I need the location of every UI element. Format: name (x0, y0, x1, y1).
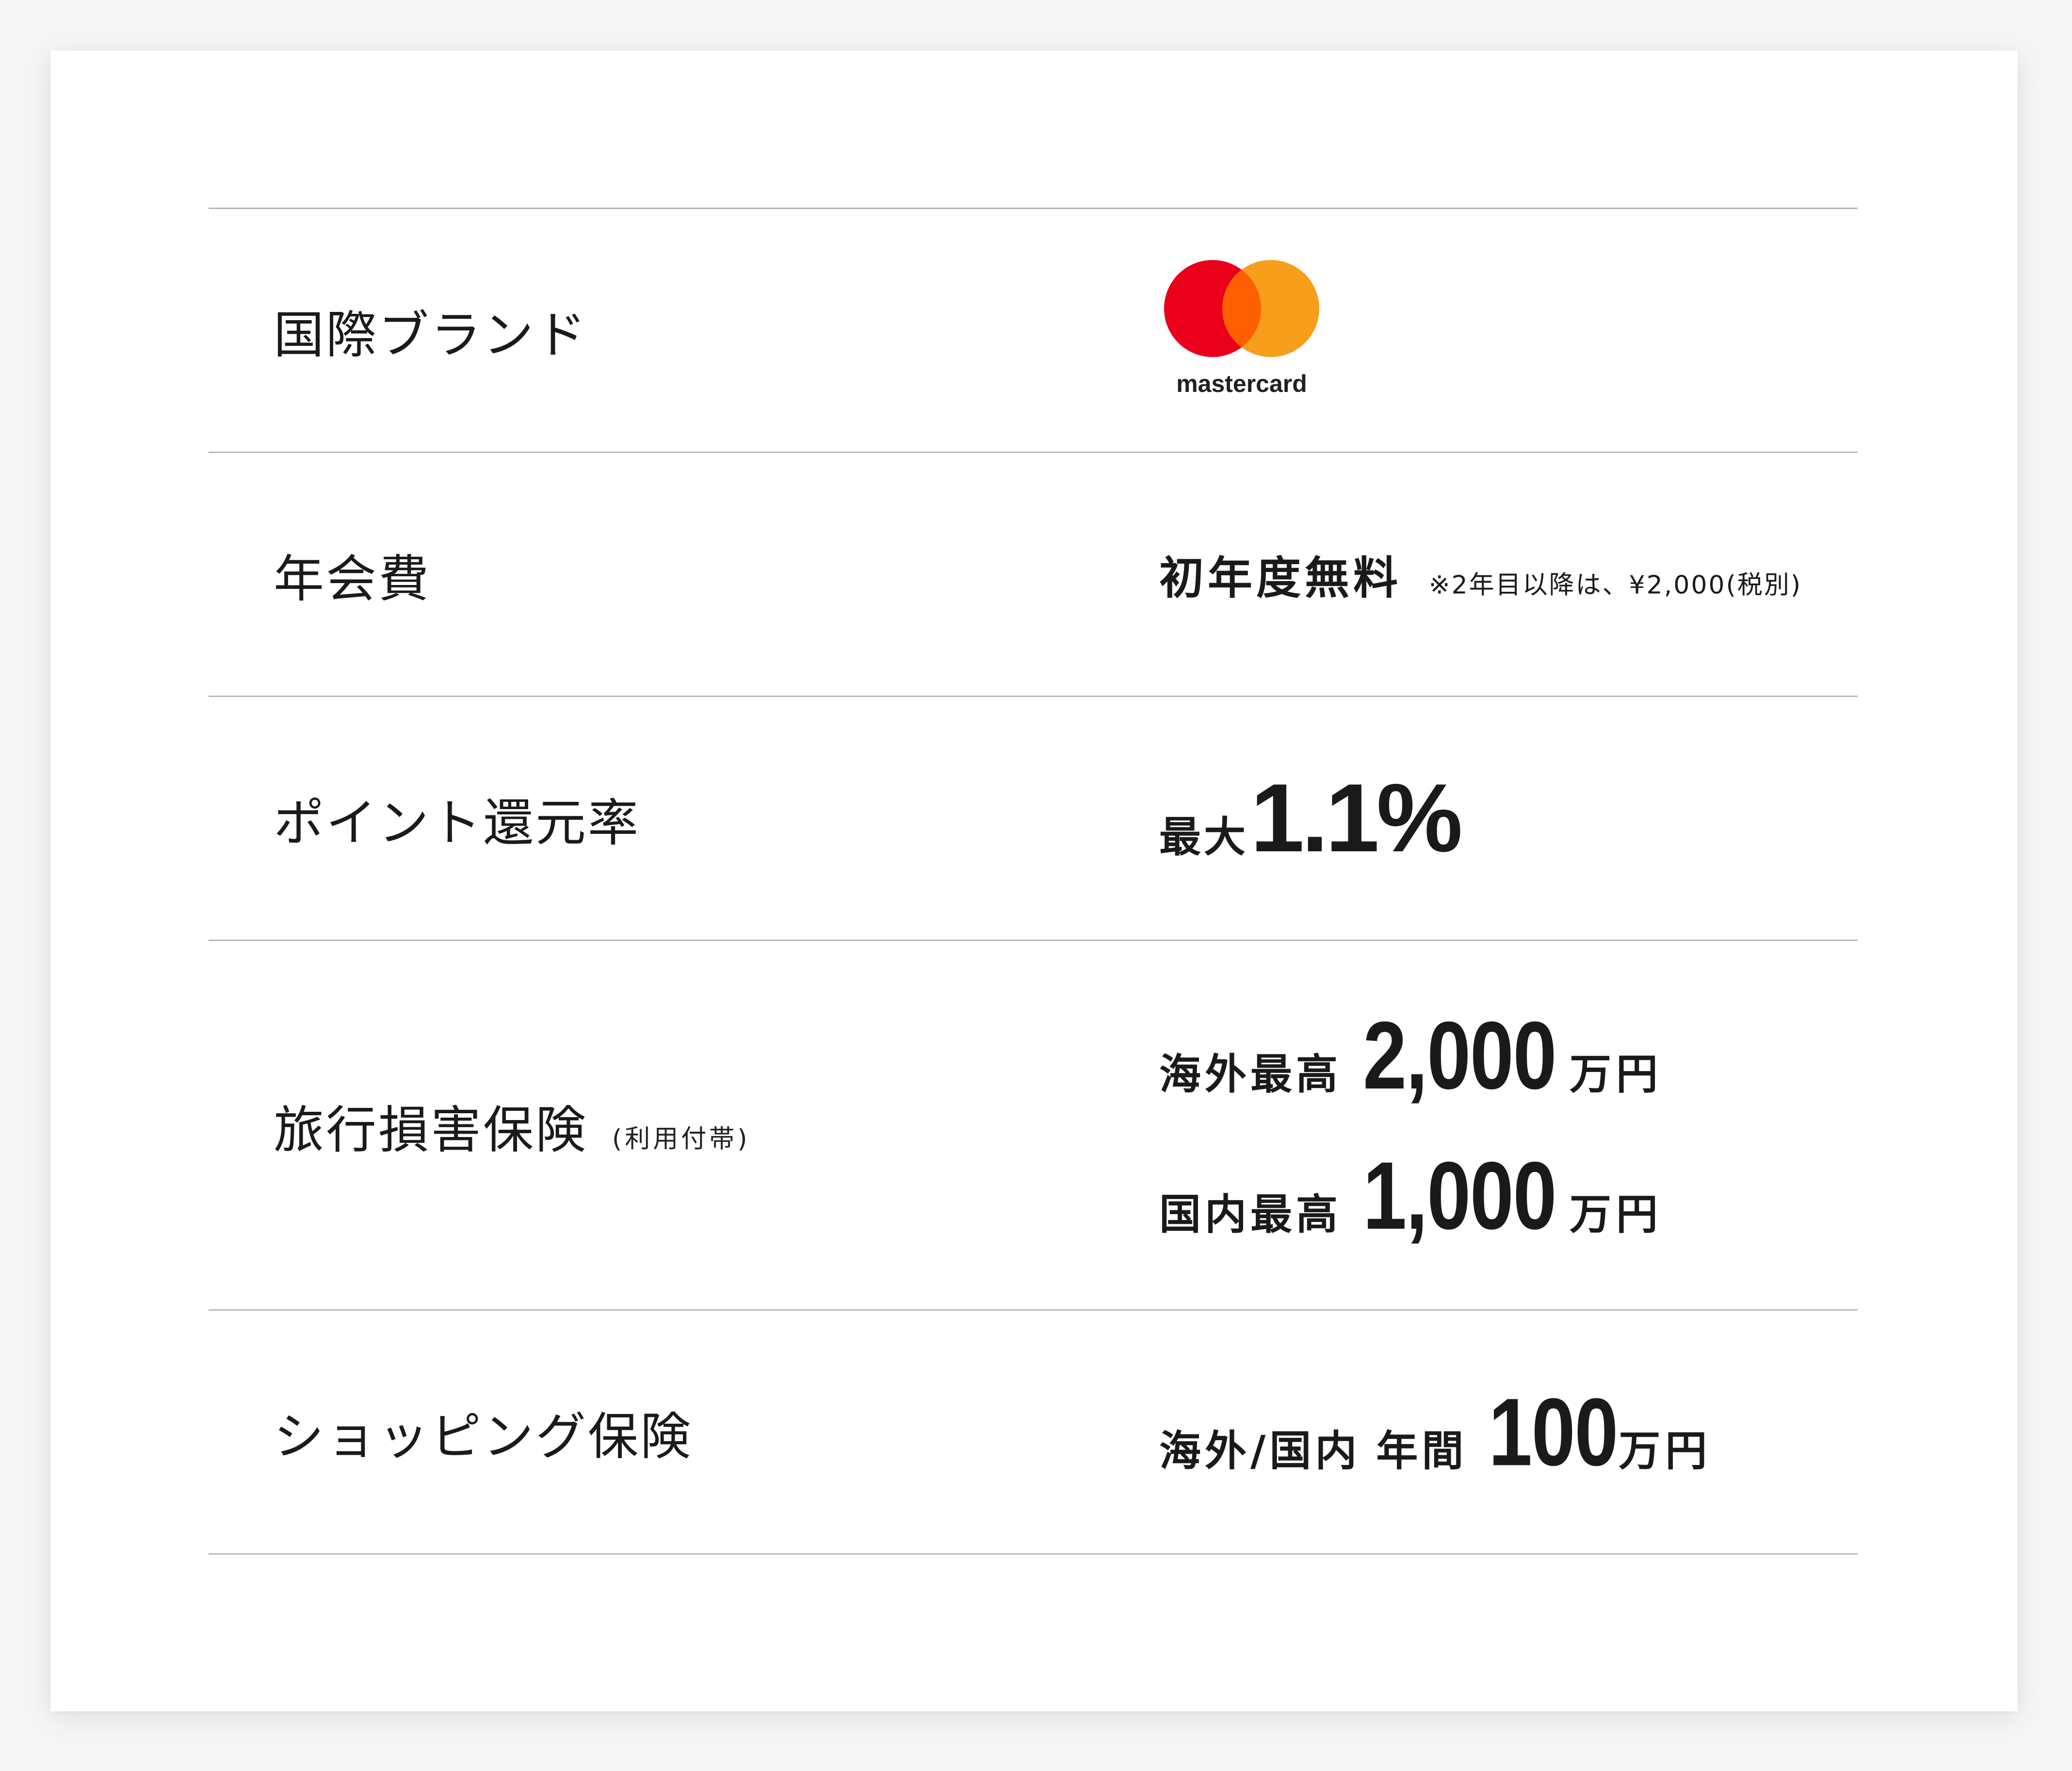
domestic-unit: 万円 (1570, 1190, 1663, 1239)
shopping-prefix-spacer (1360, 1427, 1376, 1476)
row-international-brand: 国際ブランド mastercard (209, 209, 1858, 453)
overseas-amount: 2,000 (1363, 1001, 1557, 1109)
travel-insurance-note: (利用付帯) (612, 1124, 750, 1154)
row-label: 年会費 (274, 538, 431, 611)
row-travel-insurance: 旅行損害保険 (利用付帯) 海外最高 2,000 万円 国内最高 1,000 万… (209, 941, 1858, 1311)
brand-value: mastercard (1159, 260, 1324, 401)
row-annual-fee: 年会費 初年度無料 ※2年目以降は、¥2,000(税別) (209, 453, 1858, 697)
domestic-line: 国内最高 1,000 万円 (1159, 1140, 1663, 1251)
point-rate-label: ポイント還元率 (274, 793, 641, 853)
shopping-insurance-value: 海外/国内 年間 100 万円 (1159, 1377, 1712, 1487)
point-rate-value: 最大 1.1% (1159, 763, 1463, 874)
row-shopping-insurance: ショッピング保険 海外/国内 年間 100 万円 (209, 1311, 1858, 1555)
overseas-line: 海外最高 2,000 万円 (1159, 1000, 1663, 1110)
shopping-amount: 100 (1489, 1378, 1619, 1486)
mastercard-wordmark: mastercard (1176, 370, 1307, 397)
brand-label: 国際ブランド (274, 305, 588, 365)
overseas-unit: 万円 (1570, 1050, 1663, 1099)
shopping-unit: 万円 (1619, 1427, 1712, 1476)
annual-fee-value: 初年度無料 ※2年目以降は、¥2,000(税別) (1159, 542, 1802, 607)
point-rate-prefix: 最大 (1159, 813, 1248, 861)
annual-fee-main: 初年度無料 (1159, 552, 1402, 604)
overseas-prefix: 海外最高 (1159, 1050, 1342, 1099)
spec-table: 国際ブランド mastercard 年会費 初年度無料 ※2年目以降は、¥2,0… (209, 208, 1858, 1555)
row-label: ポイント還元率 (274, 782, 640, 855)
mastercard-logo: mastercard (1164, 260, 1319, 397)
row-label: 旅行損害保険 (利用付帯) (274, 1089, 750, 1162)
shopping-insurance-label: ショッピング保険 (274, 1407, 693, 1466)
card: 国際ブランド mastercard 年会費 初年度無料 ※2年目以降は、¥2,0… (50, 50, 2018, 1711)
domestic-prefix: 国内最高 (1159, 1190, 1342, 1239)
annual-fee-label: 年会費 (274, 549, 431, 609)
row-label: 国際ブランド (274, 294, 588, 367)
shopping-prefix-region: 海外/国内 (1159, 1427, 1361, 1476)
travel-insurance-value: 海外最高 2,000 万円 国内最高 1,000 万円 (1159, 1000, 1663, 1251)
row-point-rate: ポイント還元率 最大 1.1% (209, 697, 1858, 941)
annual-fee-note: ※2年目以降は、¥2,000(税別) (1429, 570, 1802, 600)
point-rate-number: 1.1% (1250, 764, 1463, 872)
row-label: ショッピング保険 (274, 1396, 693, 1469)
domestic-amount: 1,000 (1363, 1141, 1557, 1249)
travel-insurance-label: 旅行損害保険 (274, 1100, 588, 1159)
shopping-prefix-annual: 年間 (1376, 1427, 1468, 1476)
